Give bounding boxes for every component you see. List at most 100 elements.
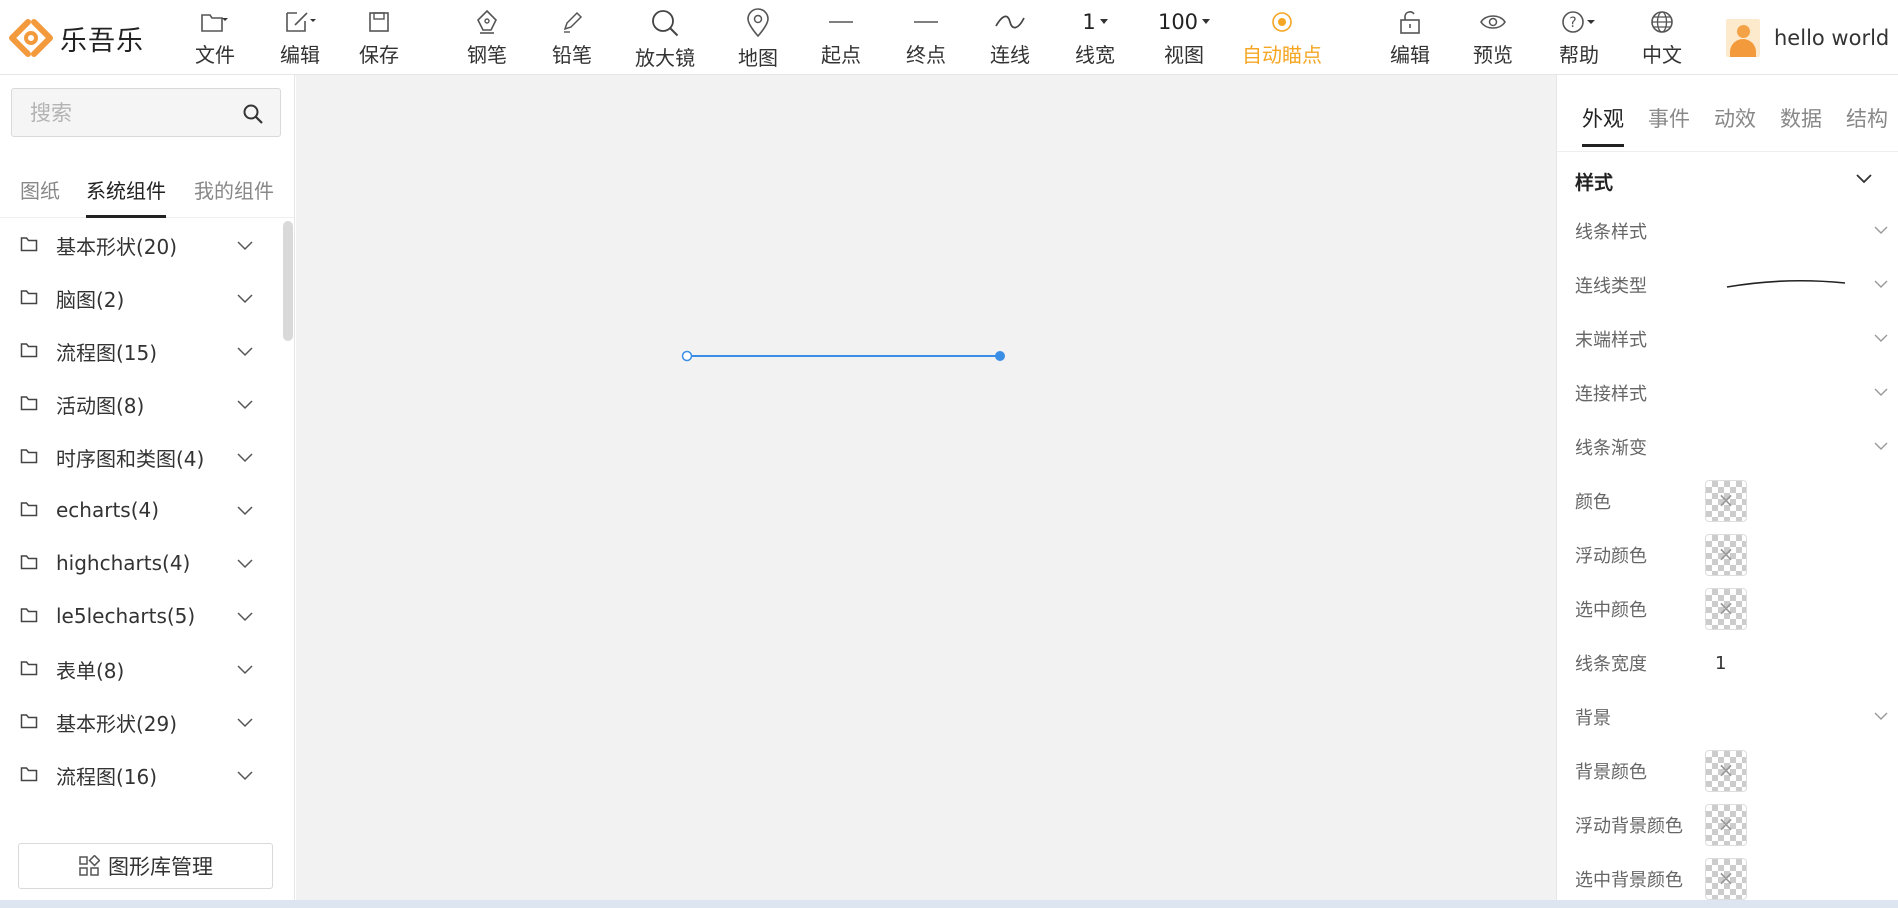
join-style-label: 连接样式 [1575,384,1647,405]
tree-item[interactable]: 流程图(16) [0,750,285,800]
app-logo[interactable]: 乐吾乐 [8,18,144,58]
hover-bg-color-swatch[interactable] [1705,804,1747,846]
tab-drawings[interactable]: 图纸 [20,173,60,218]
preview-label: 预览 [1473,43,1513,67]
chevron-down-icon [237,294,253,304]
selected-bg-color-swatch[interactable] [1705,858,1747,900]
tree-item[interactable]: 流程图(15) [0,326,285,376]
end-style-row[interactable]: 末端样式 [1575,319,1888,359]
top-toolbar: 乐吾乐 文件 编辑 保存 钢笔 铅笔 放大镜 地图 起点 终点 连线 1 线宽 … [0,0,1898,75]
selected-color-swatch[interactable] [1705,588,1747,630]
selected-bg-color-row: 选中背景颜色 [1575,858,1885,900]
chevron-down-icon [1874,280,1888,288]
line-style-label: 线条样式 [1575,222,1647,243]
bg-color-row: 背景颜色 [1575,750,1885,792]
tree-item[interactable]: 脑图(2) [0,273,285,323]
file-menu[interactable]: 文件 [190,8,240,68]
tree-item[interactable]: highcharts(4) [0,538,285,588]
chevron-down-icon [1874,442,1888,450]
tree-item[interactable]: 基本形状(20) [0,220,285,270]
tree-item[interactable]: le5lecharts(5) [0,591,285,641]
auto-anchor-label: 自动瞄点 [1242,43,1322,67]
style-section-title[interactable]: 样式 [1575,168,1613,195]
tabs-divider [1557,151,1898,152]
tab-structure[interactable]: 结构 [1846,103,1888,147]
tree-item-label: 基本形状(29) [56,711,178,736]
line-gradient-row[interactable]: 线条渐变 [1575,427,1888,467]
view-select[interactable]: 100 视图 [1155,8,1213,68]
chevron-down-icon [237,506,253,516]
chevron-down-icon [237,559,253,569]
end-point-tool[interactable]: 终点 [904,8,948,68]
tree-item-label: 脑图(2) [56,287,125,312]
tab-appearance[interactable]: 外观 [1582,103,1624,147]
pencil-label: 铅笔 [552,43,592,67]
line-start-handle[interactable] [681,350,693,362]
caret-down-icon [1099,19,1108,24]
edit-menu[interactable]: 编辑 [275,8,325,68]
tree-item[interactable]: 时序图和类图(4) [0,432,285,482]
color-swatch[interactable] [1705,480,1747,522]
chevron-down-icon [1874,712,1888,720]
tab-data[interactable]: 数据 [1780,103,1822,147]
connect-type-row[interactable]: 连线类型 [1575,265,1888,305]
user-profile[interactable]: hello world [1726,18,1889,58]
tree-item[interactable]: 活动图(8) [0,379,285,429]
line-end-icon [914,20,938,23]
lock-edit-toggle[interactable]: 编辑 [1388,8,1432,68]
search-input[interactable] [28,92,238,133]
folder-icon [20,290,38,305]
tree-item-label: 活动图(8) [56,393,145,418]
tree-item[interactable]: 表单(8) [0,644,285,694]
search-icon[interactable] [242,103,264,125]
tree-item[interactable]: echarts(4) [0,485,285,535]
background-row[interactable]: 背景 [1575,697,1888,737]
hover-bg-color-row: 浮动背景颜色 [1575,804,1885,846]
tree-item[interactable]: 基本形状(29) [0,697,285,747]
auto-anchor-toggle[interactable]: 自动瞄点 [1242,8,1322,68]
line-width-input[interactable]: 1 [1715,653,1726,674]
bg-color-swatch[interactable] [1705,750,1747,792]
save-button[interactable]: 保存 [357,8,401,68]
tab-events[interactable]: 事件 [1648,103,1690,147]
connect-tool[interactable]: 连线 [988,8,1032,68]
magnifier-tool[interactable]: 放大镜 [634,8,696,70]
map-tool[interactable]: 地图 [736,8,780,70]
language-switch[interactable]: 中文 [1640,8,1684,68]
bg-color-label: 背景颜色 [1575,762,1647,783]
chevron-down-icon[interactable] [1855,173,1873,185]
edit-icon [286,11,316,32]
component-tree: 基本形状(20) 脑图(2) 流程图(15) 活动图(8) 时序图和类图(4) echar… [0,220,285,820]
sidebar-scrollbar[interactable] [283,221,293,341]
tab-my-components[interactable]: 我的组件 [194,173,274,218]
eye-icon [1480,14,1506,29]
drawing-canvas[interactable] [296,75,1556,900]
end-style-label: 末端样式 [1575,330,1647,351]
folder-icon [20,502,38,517]
chevron-down-icon [237,665,253,675]
pencil-tool[interactable]: 铅笔 [550,8,594,68]
save-label: 保存 [359,43,399,67]
grid-apps-icon [79,855,100,876]
help-menu[interactable]: ? 帮助 [1555,8,1603,68]
hover-color-row: 浮动颜色 [1575,534,1885,576]
chevron-down-icon [1874,226,1888,234]
start-point-tool[interactable]: 起点 [819,8,863,68]
tab-animation[interactable]: 动效 [1714,103,1756,147]
line-width-select[interactable]: 1 线宽 [1073,8,1117,68]
folder-icon [20,555,38,570]
join-style-row[interactable]: 连接样式 [1575,373,1888,413]
tab-system-components[interactable]: 系统组件 [86,173,166,218]
line-style-row[interactable]: 线条样式 [1575,211,1888,251]
preview-button[interactable]: 预览 [1471,8,1515,68]
color-label: 颜色 [1575,492,1611,513]
pen-tool[interactable]: 钢笔 [465,8,509,68]
line-end-handle[interactable] [995,351,1005,361]
target-icon [1272,11,1292,32]
selected-bg-color-label: 选中背景颜色 [1575,870,1683,891]
library-manage-button[interactable]: 图形库管理 [18,843,273,889]
hover-color-swatch[interactable] [1705,534,1747,576]
folder-icon [20,449,38,464]
end-label: 终点 [906,43,946,67]
unlock-icon [1400,10,1420,34]
